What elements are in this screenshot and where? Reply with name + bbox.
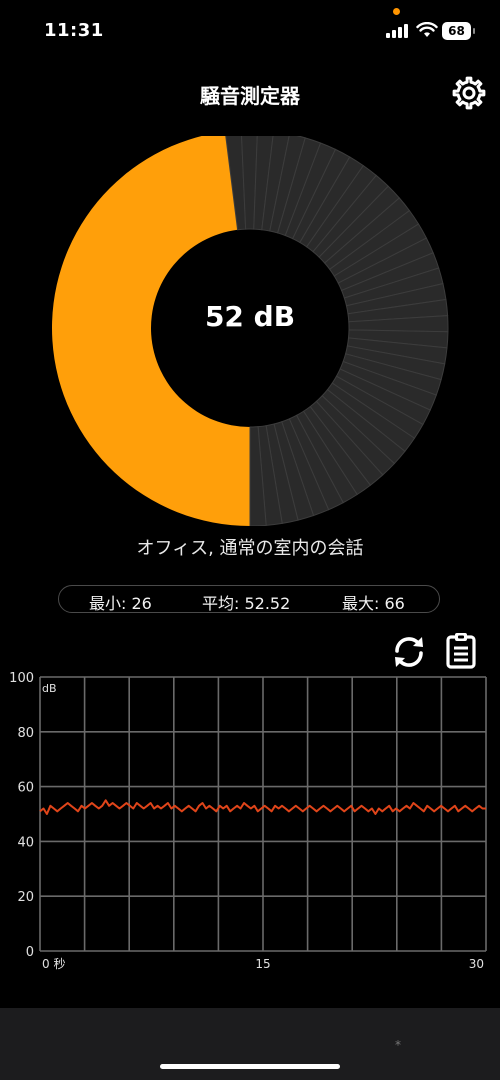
home-indicator[interactable] bbox=[160, 1064, 340, 1069]
status-time: 11:31 bbox=[44, 20, 104, 41]
gear-icon[interactable] bbox=[452, 76, 486, 110]
x-tick-label: 0 秒 bbox=[42, 957, 65, 971]
y-tick-label: 80 bbox=[17, 726, 34, 741]
decibel-history-chart: 0 20 40 60 80 100 dB 0 秒 15 30 bbox=[9, 672, 487, 971]
stat-max: 最大: 66 bbox=[342, 594, 405, 613]
clipboard-icon[interactable] bbox=[441, 630, 481, 670]
decibel-value: 52 dB bbox=[204, 300, 296, 333]
status-bar: 11:31 68 bbox=[0, 0, 500, 64]
cellular-signal-icon bbox=[386, 24, 410, 38]
page-title: 騒音測定器 bbox=[200, 84, 300, 108]
y-tick-label: 60 bbox=[17, 781, 34, 796]
stats-bar: 最小: 26 平均: 52.52 最大: 66 bbox=[58, 585, 440, 613]
noise-description: オフィス, 通常の室内の会話 bbox=[136, 538, 364, 559]
privacy-indicator bbox=[393, 8, 400, 15]
refresh-icon[interactable] bbox=[389, 632, 429, 672]
battery-icon: 68 bbox=[442, 22, 476, 40]
y-axis-unit-label: dB bbox=[42, 682, 57, 695]
x-tick-label: 30 bbox=[469, 957, 484, 971]
bottom-bar bbox=[0, 1008, 500, 1080]
y-tick-label: 0 bbox=[26, 945, 34, 960]
bottom-mark: * bbox=[395, 1038, 401, 1052]
battery-level: 68 bbox=[442, 22, 471, 40]
stat-min: 最小: 26 bbox=[89, 594, 152, 613]
y-tick-label: 100 bbox=[9, 672, 34, 686]
y-tick-label: 20 bbox=[17, 890, 34, 905]
y-tick-label: 40 bbox=[17, 835, 34, 850]
stat-avg: 平均: 52.52 bbox=[202, 594, 291, 613]
x-tick-label: 15 bbox=[255, 957, 270, 971]
wifi-icon bbox=[416, 22, 438, 37]
